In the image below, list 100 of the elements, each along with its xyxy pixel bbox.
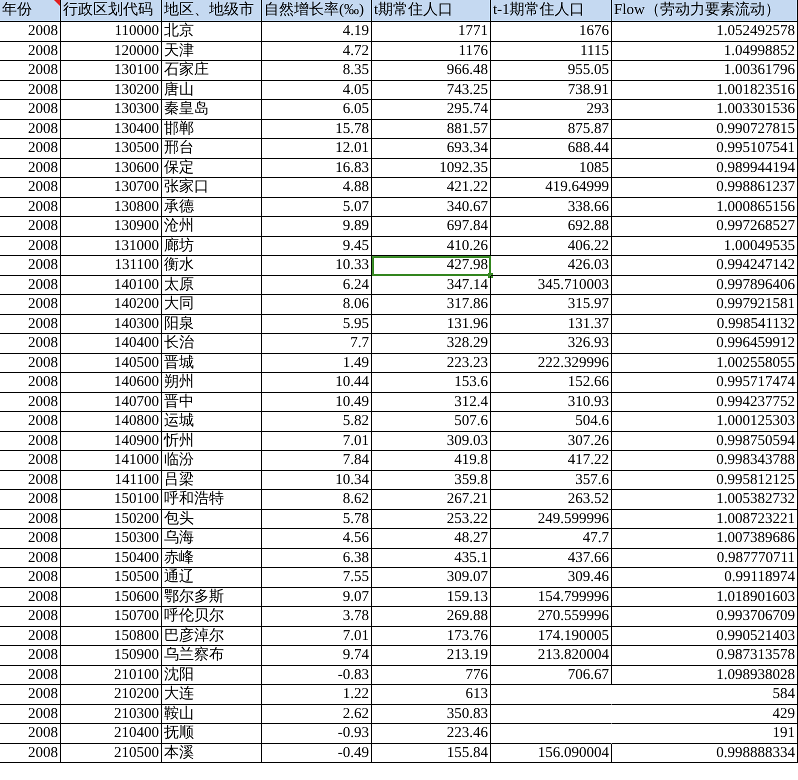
table-cell: 309.03 (372, 432, 491, 451)
table-cell: 140600 (61, 373, 162, 392)
table-cell: 249.599996 (491, 510, 612, 529)
table-cell: 1.49 (262, 354, 372, 373)
column-header: t期常住人口 (372, 0, 491, 22)
table-cell: 7.55 (262, 568, 372, 588)
table-cell: -0.49 (262, 744, 372, 763)
table-cell: 154.799996 (491, 588, 612, 607)
table-cell: 429 (612, 704, 798, 724)
table-cell: 191 (612, 724, 798, 744)
table-cell: 359.8 (372, 470, 491, 490)
table-cell: 2008 (0, 568, 61, 588)
table-cell: 223.46 (372, 724, 491, 744)
table-cell: 309.07 (372, 568, 491, 588)
table-cell: 5.95 (262, 314, 372, 334)
table-cell: 9.45 (262, 236, 372, 256)
table-cell: 邯郸 (162, 120, 262, 139)
table-cell: 269.88 (372, 607, 491, 626)
table-cell: 150700 (61, 607, 162, 626)
table-cell: 1676 (491, 22, 612, 42)
table-cell: 310.93 (491, 392, 612, 412)
table-cell: 阳泉 (162, 314, 262, 334)
table-cell: 223.23 (372, 354, 491, 373)
table-cell: 1.000865156 (612, 198, 798, 217)
table-cell: 1.00361796 (612, 61, 798, 80)
table-cell: 213.19 (372, 646, 491, 666)
table-cell: 2008 (0, 490, 61, 510)
table-cell: 427.98 (372, 256, 491, 276)
table-cell: 2.62 (262, 704, 372, 724)
table-cell: 长治 (162, 334, 262, 354)
table-cell: 0.987770711 (612, 548, 798, 568)
table-cell: 312.4 (372, 392, 491, 412)
table-cell: 0.997268527 (612, 217, 798, 236)
table-cell: 3.78 (262, 607, 372, 626)
table-cell: 2008 (0, 548, 61, 568)
table-cell: 8.62 (262, 490, 372, 510)
table-cell: 267.21 (372, 490, 491, 510)
table-cell: 0.995107541 (612, 139, 798, 158)
table-cell: 10.44 (262, 373, 372, 392)
table-cell: 693.34 (372, 139, 491, 158)
table-cell: 140400 (61, 334, 162, 354)
table-cell: 140700 (61, 392, 162, 412)
table-cell: 16.83 (262, 158, 372, 178)
table-cell: 2008 (0, 236, 61, 256)
table-cell: 2008 (0, 646, 61, 666)
table-cell: 130500 (61, 139, 162, 158)
table-cell: 0.995812125 (612, 470, 798, 490)
table-cell: 2008 (0, 100, 61, 120)
table-cell: 293 (491, 100, 612, 120)
table-cell: 966.48 (372, 61, 491, 80)
table-cell: 1.000125303 (612, 412, 798, 432)
table-cell: 吕梁 (162, 470, 262, 490)
table-cell: 10.33 (262, 256, 372, 276)
table-cell: 2008 (0, 80, 61, 100)
table-cell: 159.13 (372, 588, 491, 607)
table-cell: 本溪 (162, 744, 262, 763)
table-cell: 307.26 (491, 432, 612, 451)
table-cell: 776 (372, 666, 491, 685)
table-cell: 222.329996 (491, 354, 612, 373)
column-header: 行政区划代码 (61, 0, 162, 22)
table-cell: 120000 (61, 42, 162, 61)
table-cell: 1.008723221 (612, 510, 798, 529)
table-cell: 437.66 (491, 548, 612, 568)
table-cell: 2008 (0, 373, 61, 392)
table-cell: 130600 (61, 158, 162, 178)
table-cell: 唐山 (162, 80, 262, 100)
table-cell: 350.83 (372, 704, 491, 724)
table-cell: 317.86 (372, 295, 491, 314)
table-cell: 2008 (0, 42, 61, 61)
table-cell: 419.8 (372, 451, 491, 470)
table-cell: 7.7 (262, 334, 372, 354)
table-cell: 881.57 (372, 120, 491, 139)
table-cell: 9.74 (262, 646, 372, 666)
table-cell: 270.559996 (491, 607, 612, 626)
table-cell: 1.052492578 (612, 22, 798, 42)
table-cell: 6.05 (262, 100, 372, 120)
table-cell: 1092.35 (372, 158, 491, 178)
table-cell: 2008 (0, 120, 61, 139)
table-cell: 15.78 (262, 120, 372, 139)
table-cell: 295.74 (372, 100, 491, 120)
table-cell: 2008 (0, 704, 61, 724)
table-cell: 乌海 (162, 529, 262, 548)
table-cell: 210300 (61, 704, 162, 724)
table-cell: 0.998861237 (612, 178, 798, 198)
table-cell: 0.998541132 (612, 314, 798, 334)
table-cell: 邢台 (162, 139, 262, 158)
table-cell: 131.96 (372, 314, 491, 334)
table-cell: 运城 (162, 412, 262, 432)
table-cell: 0.998750594 (612, 432, 798, 451)
table-cell: 421.22 (372, 178, 491, 198)
table-cell: 210100 (61, 666, 162, 685)
table-cell: 6.24 (262, 276, 372, 295)
table-cell: 鞍山 (162, 704, 262, 724)
table-cell: 2008 (0, 295, 61, 314)
table-cell: 赤峰 (162, 548, 262, 568)
table-cell: 大连 (162, 685, 262, 704)
table-cell: 345.710003 (491, 276, 612, 295)
table-cell: 1.098938028 (612, 666, 798, 685)
table-cell: 乌兰察布 (162, 646, 262, 666)
table-cell: 152.66 (491, 373, 612, 392)
